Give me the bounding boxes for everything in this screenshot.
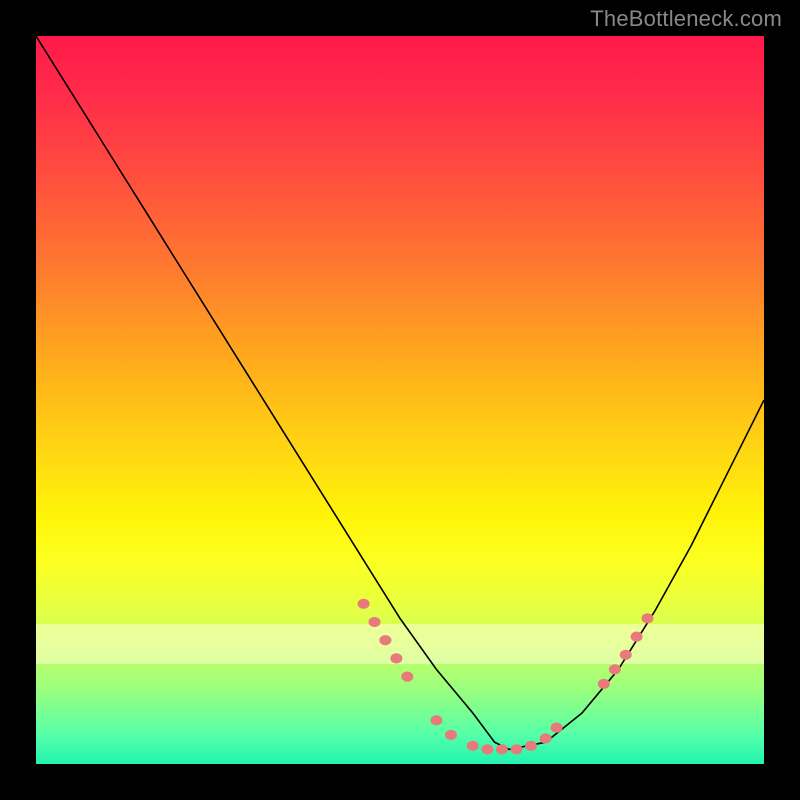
- bottleneck-curve: [36, 36, 764, 749]
- curve-marker: [430, 715, 442, 725]
- curve-marker: [642, 613, 654, 623]
- curve-layer: [36, 36, 764, 764]
- curve-marker: [379, 635, 391, 645]
- curve-marker: [551, 723, 563, 733]
- curve-marker: [445, 730, 457, 740]
- curve-marker: [609, 664, 621, 674]
- curve-marker: [481, 744, 493, 754]
- watermark-text: TheBottleneck.com: [590, 6, 782, 32]
- chart-frame: TheBottleneck.com: [0, 0, 800, 800]
- curve-marker: [369, 617, 381, 627]
- curve-marker: [631, 632, 643, 642]
- curve-marker: [358, 599, 370, 609]
- curve-marker: [540, 733, 552, 743]
- curve-marker: [598, 679, 610, 689]
- curve-marker: [467, 741, 479, 751]
- curve-marker: [496, 744, 508, 754]
- plot-area: [36, 36, 764, 764]
- curve-marker: [390, 653, 402, 663]
- curve-marker: [620, 650, 632, 660]
- curve-marker: [401, 672, 413, 682]
- curve-marker: [525, 741, 537, 751]
- curve-marker: [511, 744, 523, 754]
